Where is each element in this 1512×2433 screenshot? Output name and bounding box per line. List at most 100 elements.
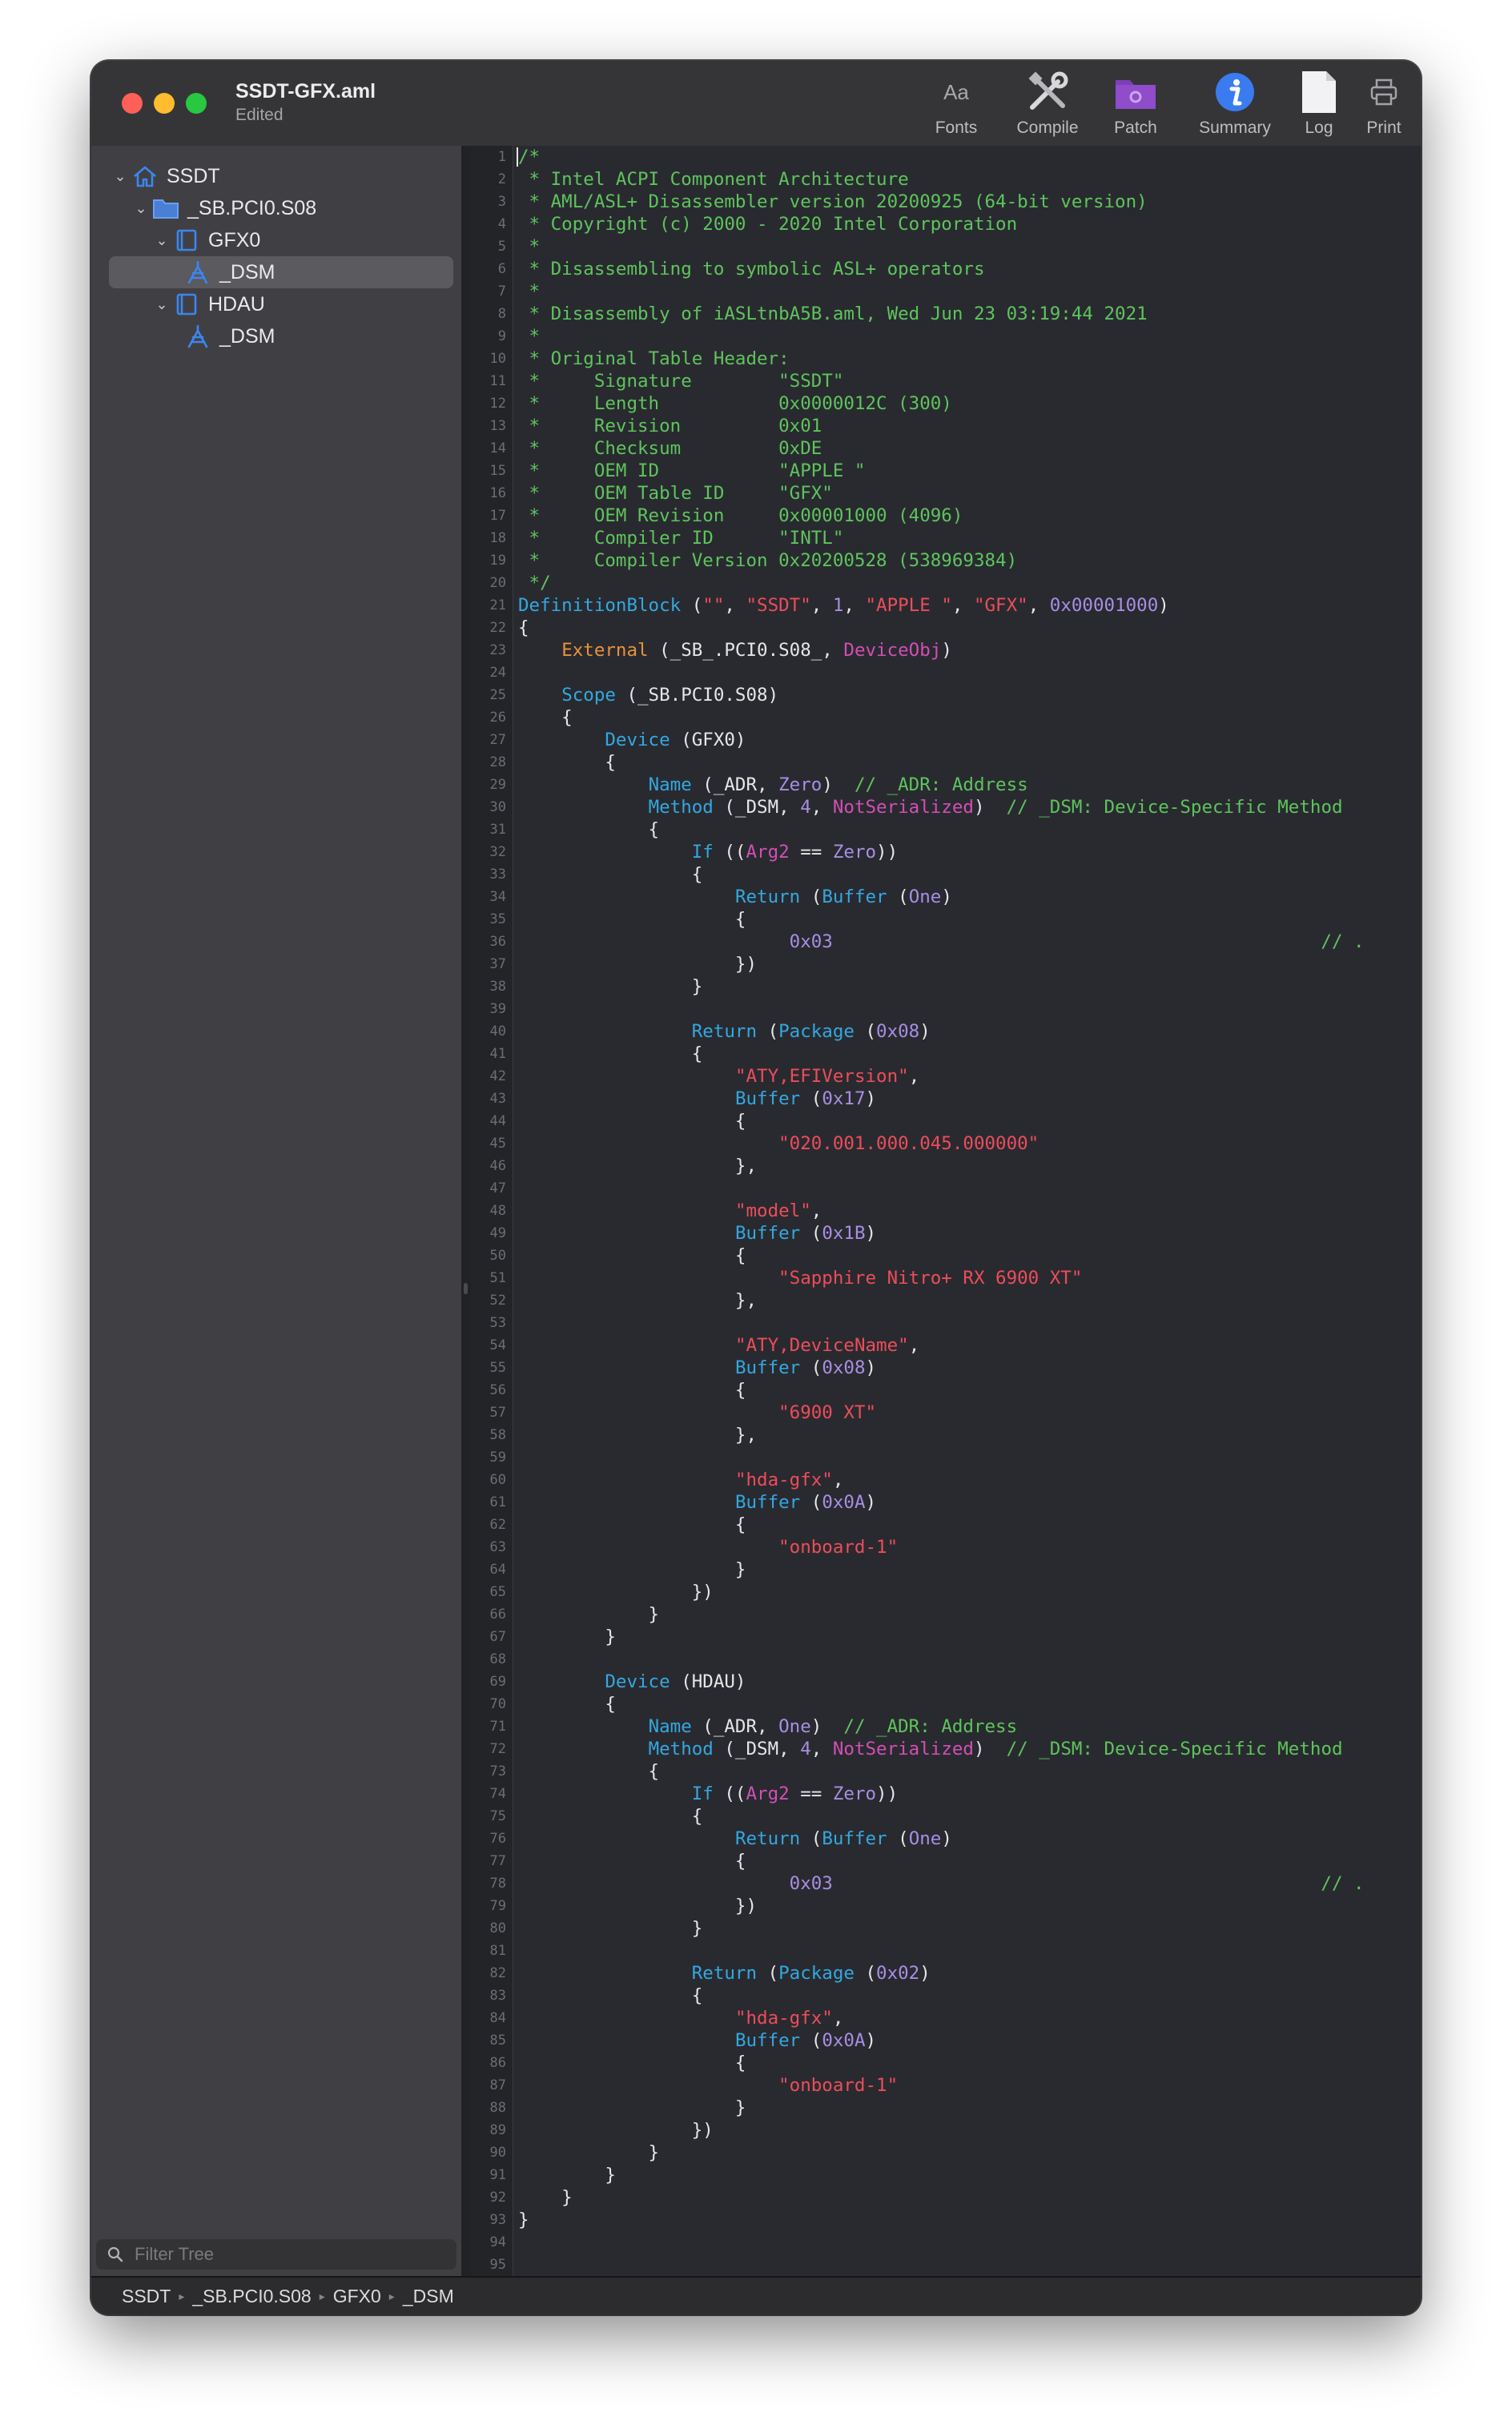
line-number: 7 <box>497 284 506 300</box>
fonts-icon: Aa <box>943 79 969 104</box>
line-number: 5 <box>497 239 506 255</box>
chevron-down-icon[interactable]: ⌄ <box>111 168 130 185</box>
line-number: 52 <box>489 1293 506 1309</box>
tree-item-label: _SB.PCI0.S08 <box>187 196 317 219</box>
print-label: Print <box>1366 119 1401 137</box>
line-number: 22 <box>489 620 506 636</box>
line-number: 21 <box>489 597 506 613</box>
line-number: 83 <box>489 1988 506 2004</box>
tree-item-label: SSDT <box>167 164 220 187</box>
summary-button[interactable]: Summary <box>1187 70 1283 138</box>
code-text[interactable]: /* * Intel ACPI Component Architecture *… <box>518 146 1365 2254</box>
line-number: 10 <box>489 351 506 367</box>
line-number: 30 <box>489 799 506 815</box>
line-number: 77 <box>489 1853 506 1869</box>
line-number: 23 <box>489 642 506 658</box>
document-title: SSDT-GFX.aml <box>235 80 376 103</box>
patch-button[interactable]: Patch <box>1100 70 1171 138</box>
app-window: SSDT-GFX.aml Edited Aa Fonts Compile Pat… <box>91 61 1421 2314</box>
line-number: 43 <box>489 1091 506 1107</box>
line-number: 24 <box>489 665 506 681</box>
chevron-down-icon[interactable]: ⌄ <box>131 200 151 217</box>
tree-item-label: _DSM <box>219 324 275 348</box>
line-number: 95 <box>489 2257 506 2273</box>
line-number: 2 <box>497 171 506 187</box>
line-number: 93 <box>489 2212 506 2228</box>
line-number-gutter: 1 2 3 4 5 6 7 8 9 10 11 12 13 14 15 16 17 18 19 20 21 22 23 24 2… <box>471 146 513 2276</box>
line-number: 4 <box>497 216 506 232</box>
code-editor[interactable]: /* * Intel ACPI Component Architecture *… <box>513 146 1421 2276</box>
line-number: 45 <box>489 1136 506 1152</box>
line-number: 11 <box>489 373 506 389</box>
tree-item-scope[interactable]: ⌄ _SB.PCI0.S08 <box>131 192 436 224</box>
tree-item-gfx0-dsm[interactable]: _DSM <box>109 256 453 288</box>
line-number: 66 <box>489 1607 506 1623</box>
line-number: 64 <box>489 1562 506 1578</box>
log-label: Log <box>1305 119 1333 137</box>
line-number: 42 <box>489 1068 506 1084</box>
tree-item-label: HDAU <box>208 292 265 316</box>
breadcrumb-item[interactable]: _SB.PCI0.S08 <box>192 2286 311 2307</box>
close-window-button[interactable] <box>122 93 143 114</box>
compile-icon <box>1007 70 1088 114</box>
filter-tree-field[interactable] <box>96 2239 456 2270</box>
line-number: 8 <box>497 306 506 322</box>
split-view-divider[interactable] <box>461 146 471 2276</box>
line-number: 15 <box>489 463 506 479</box>
tree-item-hdau[interactable]: ⌄ HDAU <box>152 288 440 320</box>
method-icon <box>183 259 213 286</box>
info-icon <box>1187 70 1283 114</box>
print-button[interactable]: Print <box>1355 70 1413 138</box>
zoom-window-button[interactable] <box>186 93 207 114</box>
line-number: 44 <box>489 1113 506 1129</box>
line-number: 81 <box>489 1943 506 1959</box>
tree-item-label: _DSM <box>219 260 275 284</box>
compile-button[interactable]: Compile <box>1007 70 1088 138</box>
printer-icon <box>1355 70 1413 114</box>
breadcrumb-item[interactable]: _DSM <box>403 2286 454 2307</box>
device-icon <box>171 227 202 254</box>
tree-item-gfx0[interactable]: ⌄ GFX0 <box>152 224 440 256</box>
line-number: 67 <box>489 1629 506 1645</box>
tree-item-hdau-dsm[interactable]: _DSM <box>109 320 453 352</box>
line-number: 90 <box>489 2145 506 2161</box>
line-number: 9 <box>497 328 506 344</box>
line-number: 17 <box>489 508 506 524</box>
line-number: 69 <box>489 1674 506 1690</box>
filter-tree-input[interactable] <box>133 2243 424 2266</box>
chevron-down-icon[interactable]: ⌄ <box>152 296 171 313</box>
line-number: 14 <box>489 440 506 456</box>
line-number: 28 <box>489 754 506 770</box>
path-bar: SSDT ▸ _SB.PCI0.S08 ▸ GFX0 ▸ _DSM <box>91 2276 1421 2314</box>
line-number: 3 <box>497 194 506 210</box>
breadcrumb-item[interactable]: SSDT <box>122 2286 171 2307</box>
patch-icon <box>1100 70 1171 114</box>
fonts-button[interactable]: Aa Fonts <box>923 70 990 138</box>
title-bar: SSDT-GFX.aml Edited Aa Fonts Compile Pat… <box>91 61 1421 147</box>
line-number: 49 <box>489 1225 506 1241</box>
chevron-right-icon: ▸ <box>179 2289 185 2302</box>
log-button[interactable]: Log <box>1293 70 1345 138</box>
tree-item-ssdt[interactable]: ⌄ SSDT <box>111 160 431 192</box>
line-number: 63 <box>489 1539 506 1555</box>
line-number: 26 <box>489 710 506 726</box>
method-icon <box>183 323 213 350</box>
line-number: 88 <box>489 2100 506 2116</box>
line-number: 84 <box>489 2010 506 2026</box>
line-number: 58 <box>489 1427 506 1443</box>
line-number: 91 <box>489 2167 506 2183</box>
line-number: 78 <box>489 1876 506 1892</box>
line-number: 60 <box>489 1472 506 1488</box>
line-number: 94 <box>489 2234 506 2250</box>
document-status: Edited <box>235 106 284 124</box>
line-number: 29 <box>489 777 506 793</box>
line-number: 59 <box>489 1450 506 1466</box>
line-number: 76 <box>489 1831 506 1847</box>
line-number: 35 <box>489 911 506 927</box>
minimize-window-button[interactable] <box>154 93 175 114</box>
line-number: 37 <box>489 956 506 972</box>
chevron-down-icon[interactable]: ⌄ <box>152 232 171 249</box>
line-number: 56 <box>489 1382 506 1398</box>
breadcrumb-item[interactable]: GFX0 <box>333 2286 381 2307</box>
line-number: 75 <box>489 1808 506 1824</box>
